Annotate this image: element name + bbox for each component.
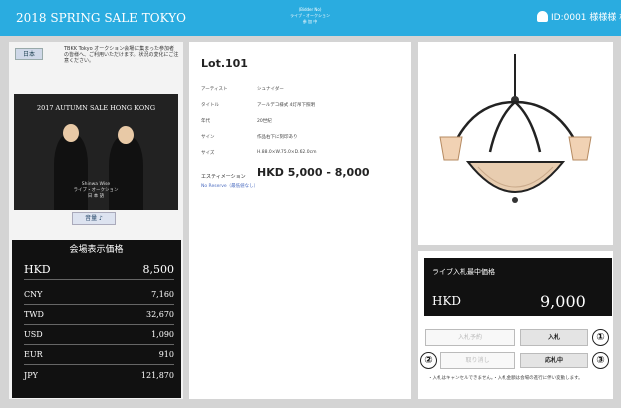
- spec-label: アーティスト: [201, 87, 228, 92]
- spec-value: 20世紀: [257, 119, 272, 124]
- live-status: (Bidder No) ライブ・オークション 参 加 中: [260, 7, 360, 25]
- estimate-label: エスティメーション: [201, 174, 246, 180]
- price-row-twd: TWD 32,670: [24, 305, 174, 325]
- lot-details-panel: [189, 42, 411, 399]
- user-name: ID:0001 様様様 様: [551, 13, 621, 23]
- currency-label: CNY: [24, 290, 43, 299]
- reserve-link[interactable]: No Reserve（最低値なし）: [201, 183, 258, 189]
- spec-value: H.88.0×W.75.0×D.62.0cm: [257, 150, 317, 155]
- notice-text: TBKK Tokyo オークション会場に集まった参加者の皆様へ、ご利用いただけま…: [64, 46, 179, 64]
- price-row-usd: USD 1,090: [24, 325, 174, 345]
- spec-label: サイズ: [201, 151, 215, 156]
- video-caption: Shinwa Wise ライブ・オークション 日 本 語: [73, 182, 119, 199]
- volume-button[interactable]: 音量 ♪: [72, 212, 116, 225]
- price-row-eur: EUR 910: [24, 345, 174, 365]
- chandelier-image: [439, 54, 592, 203]
- user-icon: [537, 11, 548, 22]
- currency-value: 8,500: [142, 263, 175, 276]
- currency-value: 910: [158, 350, 174, 359]
- price-row-jpy: JPY 121,870: [24, 365, 174, 385]
- price-row-cny: CNY 7,160: [24, 285, 174, 305]
- face-left: [63, 124, 79, 142]
- callout-3: ③: [592, 352, 609, 369]
- estimate-value: HKD 5,000 - 8,000: [257, 166, 370, 179]
- spec-label: タイトル: [201, 103, 219, 108]
- lot-title: Lot.101: [201, 57, 248, 70]
- spec-value: 作品右下に刻印あり: [257, 135, 298, 140]
- language-button[interactable]: 日本: [15, 48, 43, 60]
- currency-label: TWD: [24, 310, 44, 319]
- currency-label: JPY: [24, 370, 38, 380]
- spec-value: アールデコ様式 4灯吊下照明: [257, 103, 316, 108]
- cancel-button[interactable]: 取り消し: [440, 352, 515, 369]
- bidding-status-button[interactable]: 応札中: [520, 353, 588, 368]
- video-title: 2017 AUTUMN SALE HONG KONG: [36, 104, 156, 112]
- spec-label: 年代: [201, 119, 210, 124]
- currency-label: EUR: [24, 350, 43, 359]
- currency-label: HKD: [24, 263, 51, 276]
- currency-label: USD: [24, 330, 43, 339]
- currency-value: 32,670: [146, 310, 174, 319]
- face-right: [118, 126, 134, 144]
- sale-title: 2018 SPRING SALE TOKYO: [16, 11, 186, 25]
- live-video[interactable]: 2017 AUTUMN SALE HONG KONG Shinwa Wise ラ…: [14, 94, 178, 210]
- callout-1: ①: [592, 329, 609, 346]
- spec-value: シュナイダー: [257, 87, 284, 92]
- currency-value: 7,160: [151, 290, 174, 299]
- bid-button[interactable]: 入札: [520, 329, 588, 346]
- price-row-hkd: HKD 8,500: [24, 260, 174, 280]
- lot-image[interactable]: [418, 42, 613, 245]
- venue-prices-title: 会場表示価格: [69, 245, 124, 255]
- reserve-bid-button[interactable]: 入札予約: [425, 329, 515, 346]
- live-price-value: 9,000: [540, 292, 586, 311]
- participating-label: 参 加 中: [302, 19, 318, 24]
- live-price-title: ライブ入札最中価格: [432, 268, 495, 276]
- currency-value: 1,090: [151, 330, 174, 339]
- callout-2: ②: [420, 352, 437, 369]
- spec-label: サイン: [201, 135, 215, 140]
- live-currency: HKD: [432, 294, 462, 308]
- user-info[interactable]: ID:0001 様様様 様: [537, 10, 621, 23]
- bid-note: ・入札はキャンセルできません。・入札金額は会場の進行に伴い変動します。: [428, 376, 583, 381]
- currency-value: 121,870: [140, 370, 174, 380]
